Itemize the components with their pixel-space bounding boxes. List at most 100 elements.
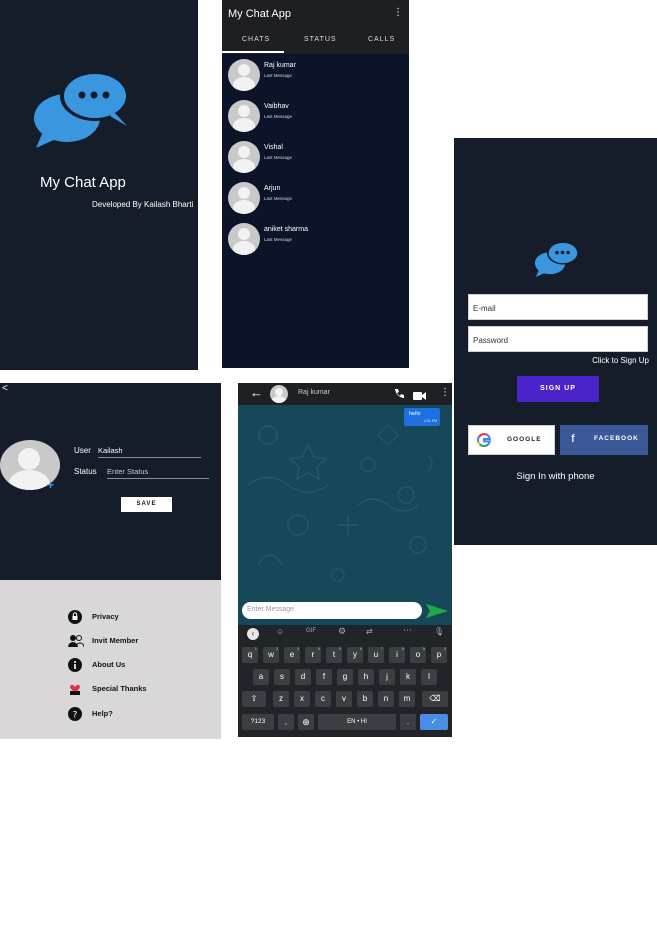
- key-p[interactable]: p0: [431, 646, 447, 663]
- chat-bubbles-icon: [32, 68, 132, 155]
- sign-in-with-phone-link[interactable]: Sign In with phone: [454, 471, 657, 482]
- key-q[interactable]: q1: [242, 646, 258, 663]
- chat-last-message: Last Message: [264, 196, 293, 201]
- key-h[interactable]: h: [358, 669, 374, 685]
- key-s[interactable]: s: [274, 669, 290, 685]
- sticker-icon[interactable]: ☺: [276, 627, 284, 636]
- chat-detail-screen: ← Raj kumar ⋮ hello 4:31 PM Enter Messag…: [238, 383, 452, 737]
- period-key[interactable]: .: [400, 714, 416, 730]
- chat-list-item[interactable]: Vaibhav Last Message: [226, 97, 406, 137]
- key-y[interactable]: y6: [347, 646, 363, 663]
- menu-item-help[interactable]: ? Help?: [68, 706, 208, 722]
- key-f[interactable]: f: [316, 669, 332, 685]
- space-key[interactable]: EN • HI: [318, 714, 396, 730]
- info-icon: [68, 658, 82, 672]
- enter-check-icon[interactable]: ✓: [420, 714, 448, 730]
- key-d[interactable]: d: [295, 669, 311, 685]
- key-z[interactable]: z: [273, 691, 289, 707]
- password-field[interactable]: Password: [468, 326, 648, 352]
- contact-avatar: [228, 141, 260, 173]
- key-i[interactable]: i8: [389, 646, 405, 663]
- menu-item-privacy[interactable]: Privacy: [68, 609, 208, 625]
- people-icon: [68, 634, 85, 648]
- message-input[interactable]: Enter Message: [242, 602, 422, 619]
- translate-icon[interactable]: ⇄: [366, 627, 373, 636]
- key-v[interactable]: v: [336, 691, 352, 707]
- contact-avatar: [228, 182, 260, 214]
- comma-key[interactable]: ,: [278, 714, 294, 730]
- message-bubble[interactable]: hello 4:31 PM: [404, 408, 440, 426]
- key-w[interactable]: w2: [263, 646, 279, 663]
- menu-item-invite[interactable]: Invit Member: [68, 633, 208, 649]
- key-a[interactable]: a: [253, 669, 269, 685]
- send-icon[interactable]: [426, 603, 448, 624]
- status-field[interactable]: Enter Status: [107, 467, 209, 479]
- shift-icon[interactable]: ⇧: [242, 691, 266, 707]
- key-n[interactable]: n: [378, 691, 394, 707]
- key-m[interactable]: m: [399, 691, 415, 707]
- facebook-button[interactable]: f FACEBOOK: [560, 425, 648, 455]
- key-r[interactable]: r4: [305, 646, 321, 663]
- key-k[interactable]: k: [400, 669, 416, 685]
- contact-avatar[interactable]: [270, 385, 288, 403]
- more-options-icon[interactable]: ⋮: [440, 387, 450, 398]
- more-keys-icon[interactable]: ⋯: [403, 625, 412, 636]
- phone-icon[interactable]: [393, 387, 405, 405]
- chat-contact-name: Vaibhav: [264, 103, 289, 110]
- contact-name: Raj kumar: [298, 389, 330, 396]
- google-button[interactable]: GOOGLE: [468, 425, 555, 455]
- google-button-label: GOOGLE: [507, 436, 542, 443]
- overflow-menu-icon[interactable]: ⋮: [393, 7, 403, 18]
- key-l[interactable]: l: [421, 669, 437, 685]
- status-label: Status: [74, 467, 97, 476]
- backspace-icon[interactable]: ⌫: [422, 691, 448, 707]
- splash-screen: My Chat App Developed By Kailash Bharti: [0, 0, 198, 370]
- chat-list-item[interactable]: Raj kumar Last Message: [226, 56, 406, 96]
- key-t[interactable]: t5: [326, 646, 342, 663]
- chat-header: ← Raj kumar ⋮: [238, 383, 452, 405]
- back-icon[interactable]: <: [2, 383, 8, 394]
- tab-chats[interactable]: CHATS: [242, 36, 270, 43]
- tab-status[interactable]: STATUS: [304, 36, 337, 43]
- key-o[interactable]: o9: [410, 646, 426, 663]
- chat-contact-name: Raj kumar: [264, 62, 296, 69]
- key-c[interactable]: c: [315, 691, 331, 707]
- back-arrow-icon[interactable]: ←: [250, 385, 263, 400]
- key-e[interactable]: e3: [284, 646, 300, 663]
- email-field[interactable]: E-mail: [468, 294, 648, 320]
- save-button[interactable]: SAVE: [121, 497, 172, 512]
- chat-list-item[interactable]: Arjun Last Message: [226, 179, 406, 219]
- app-title: My Chat App: [228, 8, 291, 20]
- click-to-signup-link[interactable]: Click to Sign Up: [592, 356, 649, 365]
- gif-icon[interactable]: GIF: [306, 628, 316, 634]
- google-icon: [476, 432, 492, 452]
- key-j[interactable]: j: [379, 669, 395, 685]
- contact-avatar: [228, 223, 260, 255]
- key-x[interactable]: x: [294, 691, 310, 707]
- menu-label: Invit Member: [92, 636, 139, 645]
- symbols-key[interactable]: ?123: [242, 714, 274, 730]
- chat-last-message: Last Message: [264, 155, 293, 160]
- menu-item-special-thanks[interactable]: Special Thanks: [68, 681, 208, 697]
- heart-hand-icon: [68, 682, 82, 696]
- chat-list-item[interactable]: aniket sharma Last Message: [226, 220, 406, 260]
- key-b[interactable]: b: [357, 691, 373, 707]
- mic-icon[interactable]: 🎙: [434, 627, 444, 636]
- language-globe-icon[interactable]: ⊕: [298, 714, 314, 730]
- key-g[interactable]: g: [337, 669, 353, 685]
- settings-icon[interactable]: ⚙: [338, 626, 346, 637]
- chat-contact-name: Arjun: [264, 185, 281, 192]
- user-name-field[interactable]: Kailash: [98, 446, 201, 458]
- video-call-icon[interactable]: [413, 388, 426, 406]
- lock-icon: [68, 610, 82, 624]
- tab-calls[interactable]: CALLS: [368, 36, 395, 43]
- message-text: hello: [409, 411, 421, 417]
- menu-item-about[interactable]: About Us: [68, 657, 208, 673]
- developer-credit: Developed By Kailash Bharti: [92, 200, 194, 209]
- collapse-icon[interactable]: ‹: [247, 628, 259, 640]
- chat-last-message: Last Message: [264, 114, 293, 119]
- chat-list-item[interactable]: Vishal Last Message: [226, 138, 406, 178]
- signup-button[interactable]: SIGN UP: [517, 376, 599, 402]
- key-u[interactable]: u7: [368, 646, 384, 663]
- add-photo-icon[interactable]: +: [47, 478, 54, 492]
